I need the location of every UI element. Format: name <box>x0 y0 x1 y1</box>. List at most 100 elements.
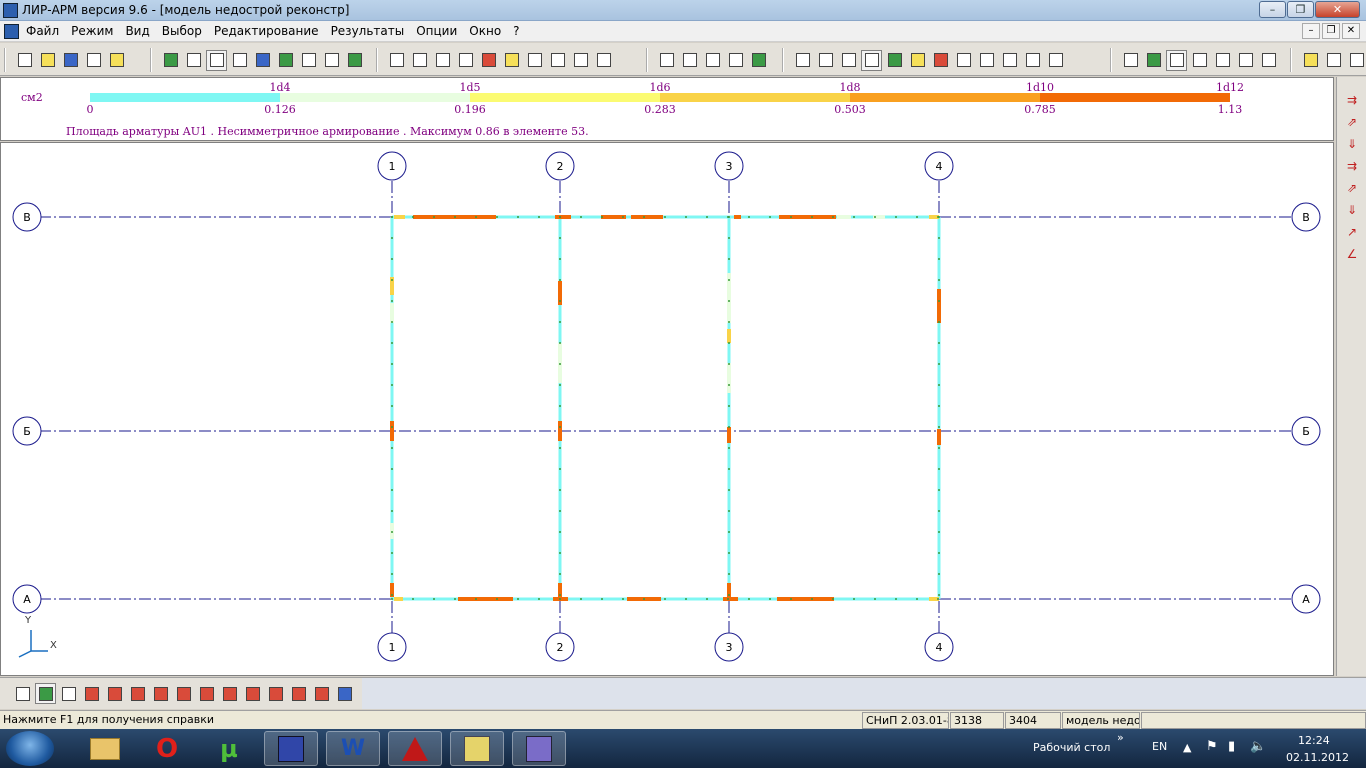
axis-bubble-bottom-1[interactable]: 1 <box>377 632 407 662</box>
doc-calc-icon[interactable] <box>547 50 568 71</box>
zoom-d-icon[interactable] <box>1045 50 1066 71</box>
doc-export-icon[interactable] <box>593 50 614 71</box>
star-icon[interactable] <box>815 50 836 71</box>
new-icon[interactable] <box>14 50 35 71</box>
rebar-c-icon[interactable] <box>127 683 148 704</box>
zoom-c-icon[interactable] <box>1022 50 1043 71</box>
zoom-in-icon[interactable] <box>298 50 319 71</box>
local-axes-icon[interactable]: ↗ <box>1343 223 1361 241</box>
rebar-h-icon[interactable] <box>242 683 263 704</box>
axis-bubble-top-4[interactable]: 4 <box>924 151 954 181</box>
doc-list-icon[interactable] <box>455 50 476 71</box>
yellow-square-icon[interactable] <box>907 50 928 71</box>
report-icon[interactable] <box>386 50 407 71</box>
rebar-g-icon[interactable] <box>219 683 240 704</box>
grid-node-icon[interactable] <box>953 50 974 71</box>
percent-icon[interactable] <box>265 683 286 704</box>
hammer-node-icon[interactable] <box>679 50 700 71</box>
hammer-element-icon[interactable] <box>702 50 723 71</box>
zoom-b-icon[interactable] <box>999 50 1020 71</box>
menu-results[interactable]: Результаты <box>331 24 405 38</box>
beam-section-icon[interactable] <box>12 683 33 704</box>
doc-grid-icon[interactable] <box>524 50 545 71</box>
xz-projection-icon[interactable] <box>183 50 204 71</box>
plate-icon[interactable] <box>1189 50 1210 71</box>
document-icon[interactable] <box>4 24 19 39</box>
moment-y-icon[interactable]: ⇗ <box>1343 179 1361 197</box>
desktop-toolbar-label[interactable]: Рабочий стол <box>1033 741 1110 754</box>
lira-arm-task-icon[interactable] <box>512 731 566 766</box>
menu-help[interactable]: ? <box>513 24 519 38</box>
mdi-close-button[interactable]: ✕ <box>1342 23 1360 39</box>
doc-table-icon[interactable] <box>432 50 453 71</box>
menu-options[interactable]: Опции <box>416 24 457 38</box>
module-icon[interactable] <box>1323 50 1344 71</box>
rebar-a-icon[interactable] <box>81 683 102 704</box>
lightning-icon[interactable] <box>1300 50 1321 71</box>
menu-select[interactable]: Выбор <box>162 24 202 38</box>
flag-icon[interactable]: ⚑ <box>1206 739 1218 754</box>
axis-bubble-left-v[interactable]: В <box>12 202 42 232</box>
angle-icon[interactable]: ∠ <box>1343 245 1361 263</box>
axis-bubble-top-3[interactable]: 3 <box>714 151 744 181</box>
bottle-icon[interactable] <box>884 50 905 71</box>
utorrent-task-icon[interactable]: µ <box>202 731 256 766</box>
mdi-restore-button[interactable]: ❐ <box>1322 23 1340 39</box>
help-icon[interactable] <box>106 50 127 71</box>
plate-section-icon[interactable] <box>35 683 56 704</box>
axis-bubble-top-2[interactable]: 2 <box>545 151 575 181</box>
dimension-icon[interactable] <box>1346 50 1366 71</box>
menu-view[interactable]: Вид <box>125 24 149 38</box>
sum-icon[interactable] <box>334 683 355 704</box>
axis-bubble-bottom-4[interactable]: 4 <box>924 632 954 662</box>
axis-bubble-right-v[interactable]: В <box>1291 202 1321 232</box>
explorer-task-icon[interactable] <box>78 731 132 766</box>
app-icon[interactable] <box>3 3 18 18</box>
force-x-icon[interactable]: ⇉ <box>1343 91 1361 109</box>
word-task-icon[interactable]: W <box>326 731 380 766</box>
moment-z-icon[interactable]: ⇓ <box>1343 201 1361 219</box>
stripes-icon[interactable] <box>288 683 309 704</box>
grid-red-icon[interactable] <box>930 50 951 71</box>
zoom-out-icon[interactable] <box>321 50 342 71</box>
axis-bubble-left-b[interactable]: Б <box>12 416 42 446</box>
axis-bubble-right-a[interactable]: А <box>1291 584 1321 614</box>
pencil-icon[interactable] <box>344 50 365 71</box>
tray-expand-icon[interactable]: ▲ <box>1183 741 1191 754</box>
rebar-b-icon[interactable] <box>104 683 125 704</box>
funnel-icon[interactable] <box>792 50 813 71</box>
rebar-f-icon[interactable] <box>196 683 217 704</box>
moment-x-icon[interactable]: ⇉ <box>1343 157 1361 175</box>
section-icon[interactable] <box>1143 50 1164 71</box>
zoom-window-icon[interactable] <box>838 50 859 71</box>
start-button[interactable] <box>6 731 54 766</box>
menu-window[interactable]: Окно <box>469 24 501 38</box>
menu-mode[interactable]: Режим <box>71 24 113 38</box>
circle-section-icon[interactable] <box>58 683 79 704</box>
force-y-icon[interactable]: ⇗ <box>1343 113 1361 131</box>
brush-icon[interactable] <box>1258 50 1279 71</box>
print-icon[interactable] <box>83 50 104 71</box>
axis-bubble-left-a[interactable]: А <box>12 584 42 614</box>
maximize-button[interactable]: ❐ <box>1287 1 1314 18</box>
autocad-task-icon[interactable] <box>388 731 442 766</box>
clock-date[interactable]: 02.11.2012 <box>1286 751 1349 764</box>
clock-time[interactable]: 12:24 <box>1298 734 1330 747</box>
layers-icon[interactable] <box>1235 50 1256 71</box>
rebar-d-icon[interactable] <box>150 683 171 704</box>
doc-red-icon[interactable] <box>478 50 499 71</box>
volume-icon[interactable]: 🔈 <box>1250 739 1266 754</box>
mdi-minimize-button[interactable]: – <box>1302 23 1320 39</box>
minimize-button[interactable]: – <box>1259 1 1286 18</box>
filter-icon[interactable] <box>275 50 296 71</box>
language-indicator[interactable]: EN <box>1152 740 1167 753</box>
menu-file[interactable]: Файл <box>26 24 59 38</box>
model-canvas[interactable]: .ax{stroke:#1a1a8c;stroke-width:1;stroke… <box>0 142 1334 676</box>
desktop-toolbar-chevron[interactable]: » <box>1117 731 1124 744</box>
axis-bubble-top-1[interactable]: 1 <box>377 151 407 181</box>
save-icon[interactable] <box>60 50 81 71</box>
pick-icon[interactable] <box>748 50 769 71</box>
rotate-icon[interactable] <box>252 50 273 71</box>
glasses-icon[interactable] <box>1120 50 1141 71</box>
zoom-a-icon[interactable] <box>976 50 997 71</box>
